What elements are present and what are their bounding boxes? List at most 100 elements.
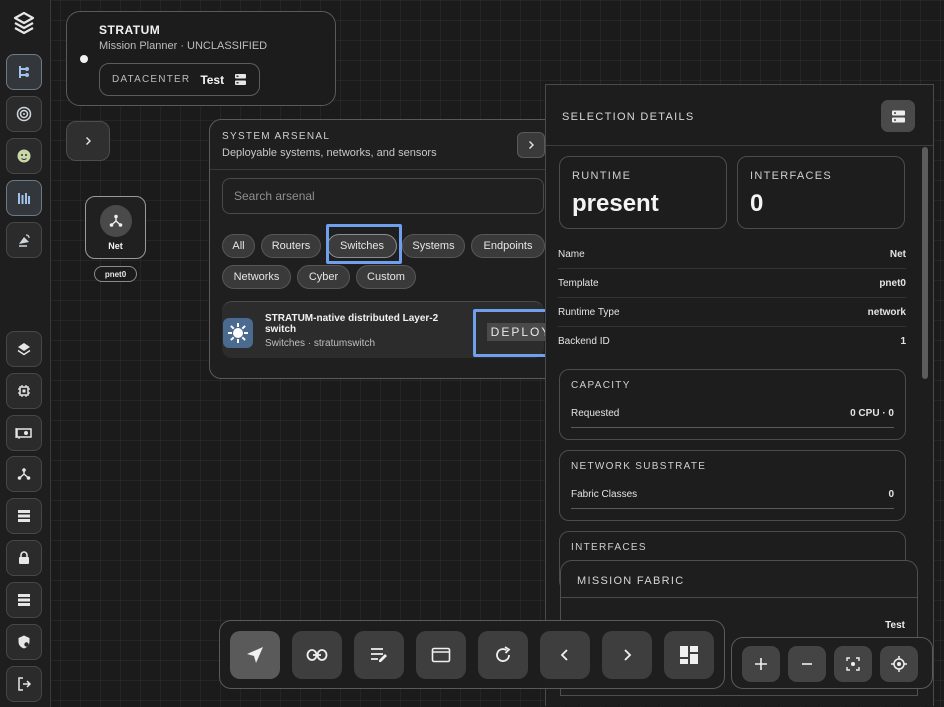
dashboard-tool-button[interactable] (664, 631, 714, 679)
datacenter-value: Test (200, 72, 225, 87)
capacity-underline (571, 427, 894, 428)
node-tag: pnet0 (94, 266, 137, 282)
field-value: Net (889, 249, 906, 260)
field-value: network (867, 307, 906, 318)
network-hub-icon (108, 213, 124, 229)
rail-gpu-button[interactable] (6, 415, 42, 451)
result-subtitle: Switches · stratumswitch (265, 338, 376, 349)
filter-chip-networks[interactable]: Networks (222, 265, 291, 289)
details-scrollbar[interactable] (922, 147, 928, 379)
node-icon-circle (100, 205, 132, 237)
edit-list-tool-button[interactable] (354, 631, 404, 679)
arsenal-search-input[interactable] (222, 178, 544, 214)
rail-logout-button[interactable] (6, 666, 42, 702)
field-key: Runtime Type (558, 307, 620, 318)
zoom-in-button[interactable] (742, 646, 780, 682)
rail-security-button[interactable] (6, 540, 42, 576)
link-icon (306, 648, 328, 662)
filter-chip-systems[interactable]: Systems (402, 234, 465, 258)
rail-target-button[interactable] (6, 96, 42, 132)
window-icon (431, 647, 451, 663)
datacenter-selector[interactable]: DATACENTER Test (99, 63, 260, 96)
arsenal-expand-button[interactable] (517, 132, 545, 158)
result-icon-tile (223, 318, 253, 348)
field-divider (558, 297, 906, 298)
substrate-underline (571, 508, 894, 509)
canvas-node-net[interactable]: Net (85, 196, 146, 259)
filter-focus-highlight (326, 224, 402, 264)
edit-list-icon (369, 646, 389, 664)
filter-chip-custom[interactable]: Custom (356, 265, 416, 289)
field-value: 1 (900, 336, 906, 347)
locate-button[interactable] (880, 646, 918, 682)
chevron-right-icon (83, 136, 93, 146)
interfaces-stat-card: INTERFACES 0 (737, 156, 905, 229)
app-subtitle: Mission Planner · UNCLASSIFIED (99, 40, 268, 52)
rail-cpu-button[interactable] (6, 373, 42, 409)
fabric-value: Test (885, 620, 905, 631)
server-rack-icon (234, 73, 247, 86)
layers-icon (16, 341, 32, 357)
gpu-card-icon (15, 425, 33, 441)
runtime-value: present (572, 190, 659, 217)
dashboard-icon (679, 645, 699, 665)
details-title: SELECTION DETAILS (562, 111, 695, 123)
link-tool-button[interactable] (292, 631, 342, 679)
shield-settings-icon (16, 634, 32, 650)
runtime-stat-card: RUNTIME present (559, 156, 727, 229)
logout-icon (16, 676, 32, 692)
zoom-out-icon (800, 657, 814, 671)
filter-chip-all[interactable]: All (222, 234, 255, 258)
refresh-icon (493, 645, 513, 665)
field-row-runtime-type: Runtime Type network (558, 307, 906, 327)
next-button[interactable] (602, 631, 652, 679)
field-row-backend-id: Backend ID 1 (558, 336, 906, 356)
arsenal-title: SYSTEM ARSENAL (222, 131, 331, 142)
rail-storage-button[interactable] (6, 582, 42, 618)
status-dot (80, 55, 88, 63)
rail-agent-button[interactable] (6, 138, 42, 174)
stratum-logo-icon (12, 11, 36, 35)
chevron-right-icon (621, 648, 633, 662)
zoom-controls (731, 637, 933, 689)
rail-shield-button[interactable] (6, 624, 42, 660)
expand-panel-button[interactable] (66, 121, 110, 161)
filter-chip-cyber[interactable]: Cyber (297, 265, 350, 289)
field-row-name: Name Net (558, 249, 906, 269)
details-server-button[interactable] (881, 100, 915, 132)
arsenal-subtitle: Deployable systems, networks, and sensor… (222, 147, 437, 159)
window-tool-button[interactable] (416, 631, 466, 679)
cpu-icon (16, 383, 32, 399)
previous-button[interactable] (540, 631, 590, 679)
interfaces-value: 0 (750, 190, 764, 217)
rail-servers-button[interactable] (6, 498, 42, 534)
topology-icon (16, 64, 32, 80)
rail-network-button[interactable] (6, 456, 42, 492)
rail-topology-button[interactable] (6, 54, 42, 90)
rail-inventory-button[interactable] (6, 180, 42, 216)
filter-chip-routers[interactable]: Routers (261, 234, 321, 258)
details-divider (546, 145, 933, 146)
field-divider (558, 268, 906, 269)
arsenal-result-item[interactable]: STRATUM-native distributed Layer-2 switc… (222, 301, 566, 358)
left-rail (0, 0, 51, 707)
rail-satellite-button[interactable] (6, 222, 42, 258)
lock-icon (16, 550, 32, 566)
fit-view-button[interactable] (834, 646, 872, 682)
server-rack-icon (16, 508, 32, 524)
pointer-tool-button[interactable] (230, 631, 280, 679)
refresh-tool-button[interactable] (478, 631, 528, 679)
field-key: Backend ID (558, 336, 610, 347)
network-hub-icon (16, 466, 32, 482)
bottom-toolbar (219, 620, 725, 689)
locate-icon (891, 656, 907, 672)
zoom-out-button[interactable] (788, 646, 826, 682)
fit-view-icon (846, 657, 860, 671)
field-divider (558, 326, 906, 327)
substrate-label: NETWORK SUBSTRATE (571, 461, 707, 472)
filter-chip-endpoints[interactable]: Endpoints (471, 234, 545, 258)
rail-layers-button[interactable] (6, 331, 42, 367)
fabric-title: MISSION FABRIC (577, 575, 685, 587)
field-row-template: Template pnet0 (558, 278, 906, 298)
fabric-divider (561, 597, 917, 598)
